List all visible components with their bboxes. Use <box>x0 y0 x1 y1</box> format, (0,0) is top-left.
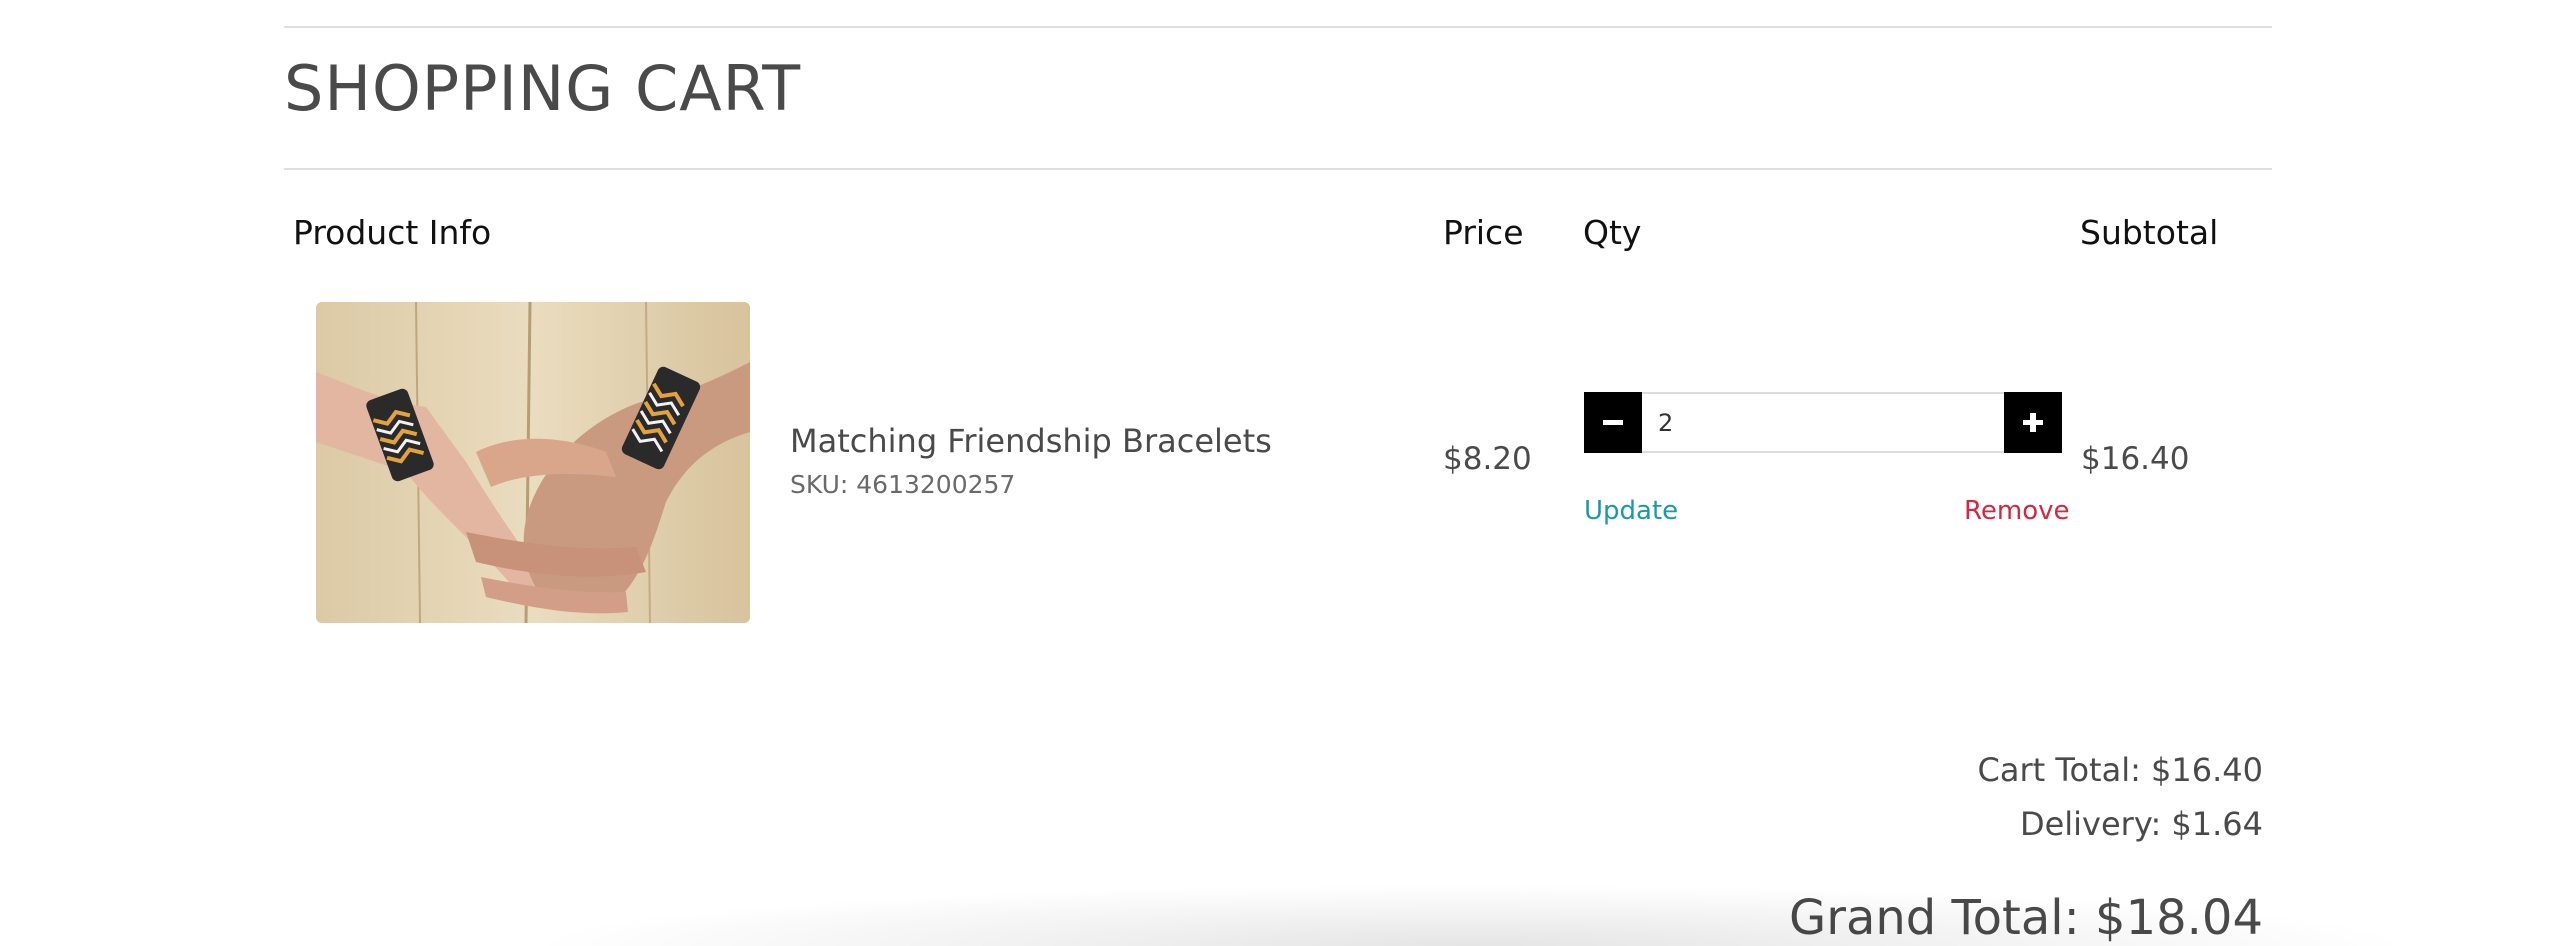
product-photo <box>316 302 750 623</box>
grand-total: Grand Total: $18.04 <box>1789 890 2263 946</box>
top-divider <box>284 26 2272 28</box>
increase-quantity-button[interactable] <box>2004 392 2062 453</box>
column-header-subtotal: Subtotal <box>2080 213 2219 252</box>
unit-price: $8.20 <box>1443 441 1532 477</box>
product-name[interactable]: Matching Friendship Bracelets <box>790 423 1272 459</box>
quantity-stepper <box>1584 392 2062 453</box>
column-header-product: Product Info <box>293 213 492 252</box>
decrease-quantity-button[interactable] <box>1584 392 1642 453</box>
product-sku: SKU: 4613200257 <box>790 472 1015 497</box>
column-header-qty: Qty <box>1583 213 1642 252</box>
update-link[interactable]: Update <box>1584 498 1678 524</box>
product-image[interactable] <box>316 302 750 623</box>
sku-label: SKU: <box>790 470 849 499</box>
quantity-input[interactable] <box>1642 392 2004 453</box>
remove-link[interactable]: Remove <box>1964 498 2070 524</box>
page-title: SHOPPING CART <box>284 52 802 125</box>
line-subtotal: $16.40 <box>2081 441 2190 477</box>
delivery-cost: Delivery: $1.64 <box>2019 805 2263 843</box>
sku-value: 4613200257 <box>856 470 1016 499</box>
header-divider <box>284 168 2272 170</box>
cart-total: Cart Total: $16.40 <box>1977 751 2263 789</box>
column-header-price: Price <box>1443 213 1524 252</box>
